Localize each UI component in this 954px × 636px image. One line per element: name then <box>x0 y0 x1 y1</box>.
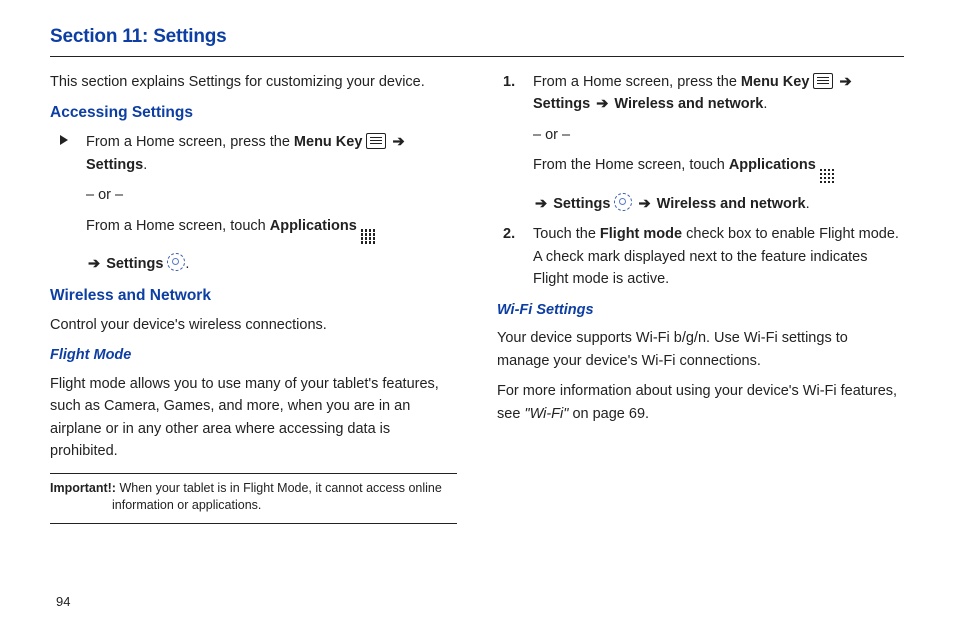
wifi-reference: "Wi-Fi" <box>524 406 568 422</box>
step-number-1: 1. <box>503 71 515 93</box>
heading-flight-mode: Flight Mode <box>50 344 457 366</box>
settings-label: Settings <box>106 256 163 272</box>
or-divider: – or – <box>86 184 457 206</box>
flight-mode-label: Flight mode <box>600 226 682 242</box>
step-line: ➔ Settings . <box>86 253 457 275</box>
settings-label: Settings <box>86 157 143 173</box>
text-span: From a Home screen, press the <box>533 74 741 90</box>
section-title: Section 11: Settings <box>50 26 904 48</box>
wifi-ref: For more information about using your de… <box>497 380 904 425</box>
important-note: Important!: When your tablet is in Fligh… <box>50 480 457 514</box>
arrow-icon: ➔ <box>88 256 100 272</box>
title-rule <box>50 56 904 57</box>
step-line: From a Home screen, touch Applications <box>86 215 457 246</box>
apps-grid-icon <box>820 169 836 185</box>
intro-text: This section explains Settings for custo… <box>50 71 457 93</box>
page-number: 94 <box>56 594 70 609</box>
wireless-network-label: Wireless and network <box>614 96 763 112</box>
wireless-desc: Control your device's wireless connectio… <box>50 314 457 336</box>
note-rule-top <box>50 473 457 474</box>
step-line: From a Home screen, press the Menu Key ➔… <box>86 131 457 176</box>
step-line: Touch the Flight mode check box to enabl… <box>533 223 904 290</box>
settings-gear-icon <box>614 193 632 211</box>
note-rule-bottom <box>50 523 457 524</box>
note-label: Important!: <box>50 481 116 495</box>
settings-label: Settings <box>553 196 610 212</box>
settings-label: Settings <box>533 96 590 112</box>
step-right-2: 2. Touch the Flight mode check box to en… <box>497 223 904 290</box>
step-number-2: 2. <box>503 223 515 245</box>
heading-accessing-settings: Accessing Settings <box>50 101 457 125</box>
or-divider: – or – <box>533 124 904 146</box>
text-span: From the Home screen, touch <box>533 157 729 173</box>
arrow-icon: ➔ <box>392 134 404 150</box>
menu-key-icon <box>366 133 386 149</box>
arrow-icon: ➔ <box>596 96 608 112</box>
menu-key-label: Menu Key <box>741 74 810 90</box>
step-access-1: From a Home screen, press the Menu Key ➔… <box>50 131 457 275</box>
applications-label: Applications <box>729 157 816 173</box>
step-line: From a Home screen, press the Menu Key ➔… <box>533 71 904 116</box>
menu-key-icon <box>813 73 833 89</box>
heading-wifi-settings: Wi-Fi Settings <box>497 299 904 321</box>
column-left: This section explains Settings for custo… <box>50 71 457 530</box>
wifi-desc: Your device supports Wi-Fi b/g/n. Use Wi… <box>497 327 904 372</box>
arrow-icon: ➔ <box>839 74 851 90</box>
step-line: From the Home screen, touch Applications <box>533 154 904 185</box>
step-line: ➔ Settings ➔ Wireless and network. <box>533 193 904 215</box>
text-span: From a Home screen, touch <box>86 218 270 234</box>
text-span: on page 69. <box>572 406 649 422</box>
apps-grid-icon <box>361 229 377 245</box>
triangle-bullet-icon <box>60 135 68 145</box>
text-span: From a Home screen, press the <box>86 134 294 150</box>
settings-gear-icon <box>167 253 185 271</box>
applications-label: Applications <box>270 218 357 234</box>
wireless-network-label: Wireless and network <box>657 196 806 212</box>
arrow-icon: ➔ <box>638 196 650 212</box>
text-span: Touch the <box>533 226 600 242</box>
arrow-icon: ➔ <box>535 196 547 212</box>
note-text: When your tablet is in Flight Mode, it c… <box>112 481 442 512</box>
column-right: 1. From a Home screen, press the Menu Ke… <box>497 71 904 530</box>
flight-mode-desc: Flight mode allows you to use many of yo… <box>50 373 457 463</box>
menu-key-label: Menu Key <box>294 134 363 150</box>
heading-wireless-network: Wireless and Network <box>50 284 457 308</box>
step-right-1: 1. From a Home screen, press the Menu Ke… <box>497 71 904 215</box>
